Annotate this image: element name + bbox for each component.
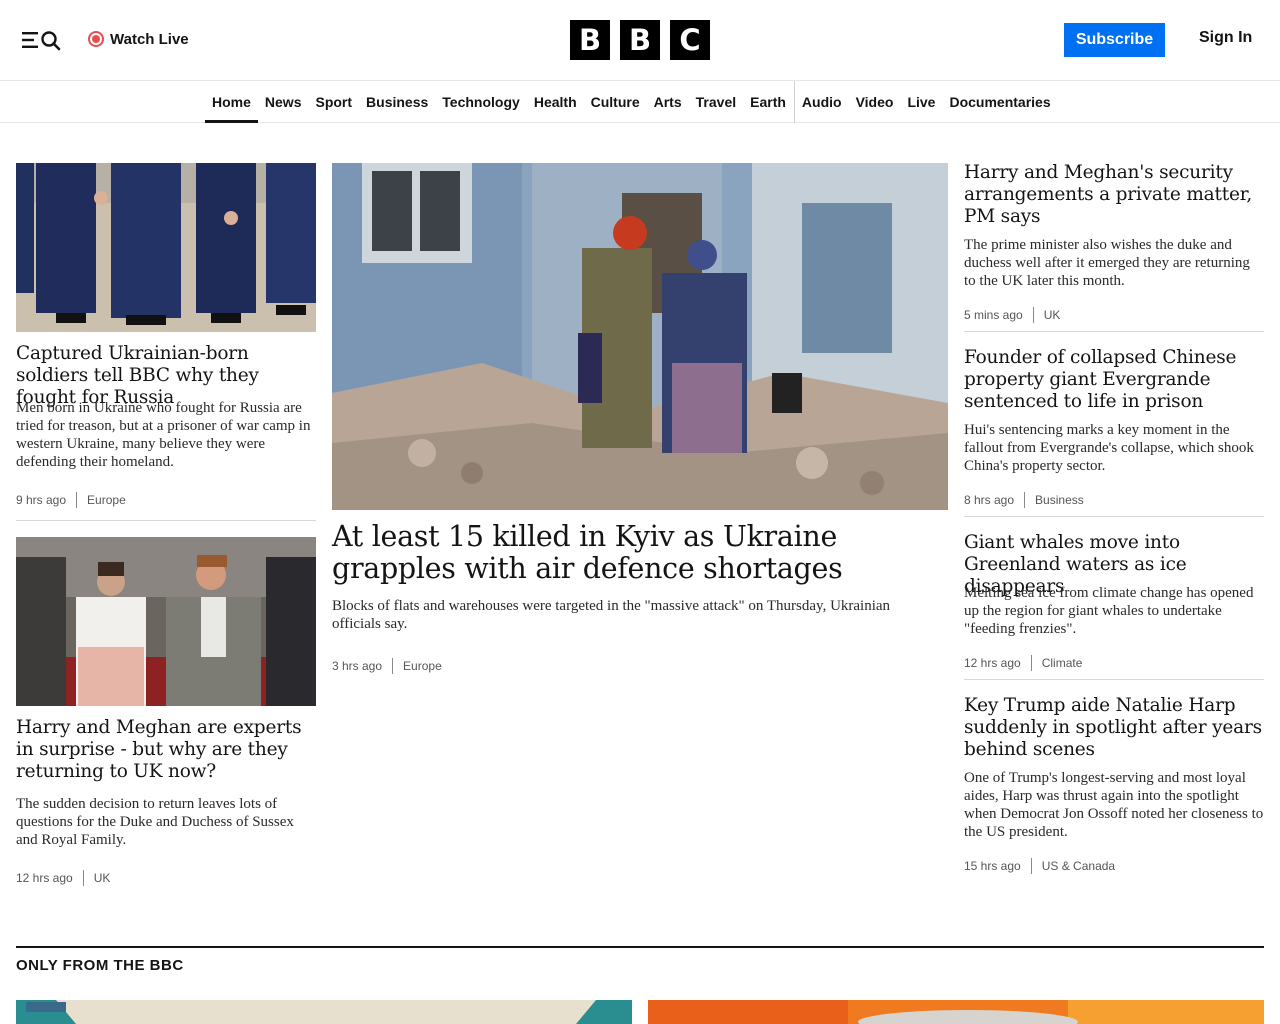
nav-item-earth[interactable]: Earth: [743, 81, 793, 123]
article-time: 9 hrs ago: [16, 493, 67, 507]
watch-live-link[interactable]: Watch Live: [88, 29, 189, 49]
nav-item-culture[interactable]: Culture: [584, 81, 647, 123]
nav-item-video[interactable]: Video: [849, 81, 901, 123]
kyiv-rescue-image[interactable]: [332, 163, 948, 510]
divider: [964, 331, 1264, 332]
divider: [964, 516, 1264, 517]
meta-divider: [1030, 858, 1032, 874]
lead-headline[interactable]: At least 15 killed in Kyiv as Ukraine gr…: [332, 521, 948, 585]
article-headline[interactable]: Key Trump aide Natalie Harp suddenly in …: [964, 695, 1264, 761]
menu-search-icon: [22, 31, 61, 51]
nav-item-live[interactable]: Live: [900, 81, 942, 123]
article-meta: 12 hrs ago UK: [16, 869, 110, 887]
divider: [16, 520, 316, 521]
article-summary: Melting sea ice from climate change has …: [964, 585, 1254, 637]
logo-letter: B: [570, 20, 610, 60]
nav-item-health[interactable]: Health: [527, 81, 584, 123]
article-summary: The prime minister also wishes the duke …: [964, 237, 1250, 289]
lead-summary: Blocks of flats and warehouses were targ…: [332, 598, 891, 632]
article-time: 12 hrs ago: [16, 871, 73, 885]
article-summary: Men born in Ukraine who fought for Russi…: [16, 400, 311, 470]
article-time: 5 mins ago: [964, 308, 1023, 322]
article-summary: Hui's sentencing marks a key moment in t…: [964, 422, 1254, 474]
article-meta: 3 hrs ago Europe: [332, 657, 442, 675]
meta-divider: [1024, 492, 1026, 508]
subscribe-button[interactable]: Subscribe: [1064, 23, 1165, 57]
article-time: 3 hrs ago: [332, 659, 383, 673]
article-category[interactable]: Europe: [87, 493, 126, 507]
article-category[interactable]: Business: [1035, 493, 1084, 507]
article-headline[interactable]: Harry and Meghan's security arrangements…: [964, 162, 1264, 228]
nav-item-technology[interactable]: Technology: [435, 81, 527, 123]
logo-letter: C: [670, 20, 710, 60]
meta-divider: [82, 870, 84, 886]
sign-in-button[interactable]: Sign In: [1199, 29, 1252, 47]
nav-item-home[interactable]: Home: [205, 81, 258, 123]
live-icon: [88, 31, 104, 47]
feature-image[interactable]: [648, 1000, 1264, 1024]
article-meta: 12 hrs ago Climate: [964, 654, 1082, 672]
menu-search-button[interactable]: [20, 28, 64, 52]
article-summary: The sudden decision to return leaves lot…: [16, 796, 294, 848]
article-headline[interactable]: Harry and Meghan are experts in surprise…: [16, 717, 316, 783]
article-meta: 8 hrs ago Business: [964, 491, 1084, 509]
logo-letter: B: [620, 20, 660, 60]
harry-meghan-image[interactable]: [16, 537, 316, 706]
article-meta: 5 mins ago UK: [964, 306, 1060, 324]
bbc-logo[interactable]: B B C: [570, 20, 710, 60]
meta-divider: [1030, 655, 1032, 671]
article-category[interactable]: US & Canada: [1042, 859, 1115, 873]
nav-list: Home News Sport Business Technology Heal…: [205, 81, 1058, 123]
article-time: 15 hrs ago: [964, 859, 1021, 873]
article-time: 8 hrs ago: [964, 493, 1015, 507]
nav-item-sport[interactable]: Sport: [308, 81, 359, 123]
meta-divider: [1032, 307, 1034, 323]
soldiers-image[interactable]: [16, 163, 316, 332]
article-time: 12 hrs ago: [964, 656, 1021, 670]
main-nav: Home News Sport Business Technology Heal…: [0, 81, 1280, 123]
nav-item-arts[interactable]: Arts: [647, 81, 689, 123]
site-header: Watch Live B B C Subscribe Sign In: [0, 0, 1280, 81]
divider: [964, 679, 1264, 680]
feature-image[interactable]: [16, 1000, 632, 1024]
article-summary: One of Trump's longest-serving and most …: [964, 770, 1264, 840]
article-meta: 15 hrs ago US & Canada: [964, 857, 1115, 875]
nav-item-documentaries[interactable]: Documentaries: [942, 81, 1057, 123]
article-category[interactable]: UK: [94, 871, 111, 885]
article-category[interactable]: UK: [1044, 308, 1061, 322]
article-category[interactable]: Climate: [1042, 656, 1083, 670]
nav-item-news[interactable]: News: [258, 81, 309, 123]
meta-divider: [76, 492, 78, 508]
section-title: ONLY FROM THE BBC: [16, 957, 184, 974]
section-divider: [16, 946, 1264, 948]
nav-item-business[interactable]: Business: [359, 81, 435, 123]
article-meta: 9 hrs ago Europe: [16, 491, 126, 509]
article-headline[interactable]: Founder of collapsed Chinese property gi…: [964, 347, 1264, 413]
nav-item-travel[interactable]: Travel: [689, 81, 743, 123]
nav-item-audio[interactable]: Audio: [793, 81, 849, 123]
watch-live-label: Watch Live: [110, 30, 189, 48]
article-category[interactable]: Europe: [403, 659, 442, 673]
meta-divider: [392, 658, 394, 674]
